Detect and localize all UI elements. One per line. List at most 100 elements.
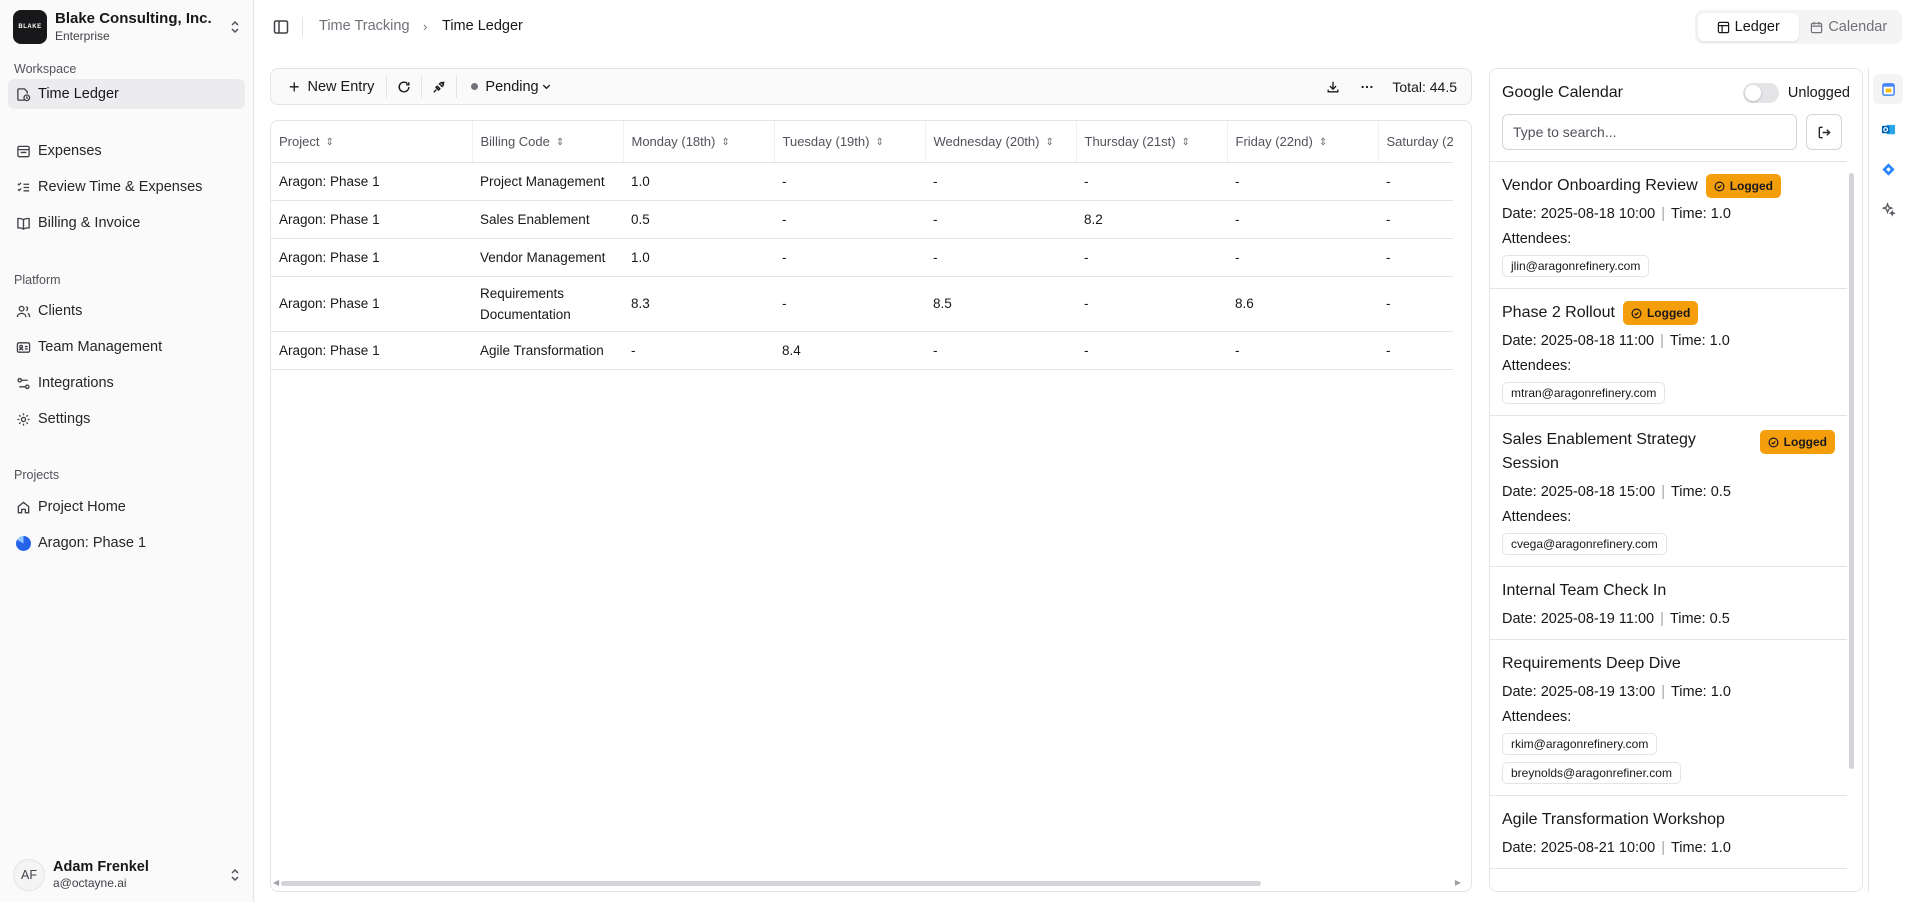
event-meta: Date: 2025-08-18 11:00 | Time: 1.0 (1502, 333, 1730, 349)
table-row[interactable]: Aragon: Phase 1 Project Management 1.0 -… (271, 162, 1453, 201)
cell-hours[interactable]: - (1378, 238, 1453, 277)
refresh-button[interactable] (387, 69, 421, 104)
column-header-monday[interactable]: Monday (18th) ⇕ (623, 121, 775, 163)
cell-project: Aragon: Phase 1 (271, 331, 472, 370)
org-name: Blake Consulting, Inc. (55, 10, 212, 27)
outlook-button[interactable] (1873, 114, 1903, 144)
cell-hours[interactable]: - (1076, 238, 1227, 277)
cell-hours[interactable]: 8.3 (623, 276, 774, 332)
calendar-event[interactable]: Vendor Onboarding Review Logged Date: 20… (1490, 162, 1847, 289)
table-row[interactable]: Aragon: Phase 1 Requirements Documentati… (271, 276, 1453, 332)
google-calendar-button[interactable] (1873, 74, 1903, 104)
sidebar-item-project-home[interactable]: Project Home (8, 492, 245, 522)
cell-hours[interactable]: - (1076, 276, 1227, 332)
column-header-friday[interactable]: Friday (22nd) ⇕ (1227, 121, 1379, 163)
column-header-project[interactable]: Project ⇕ (271, 121, 473, 163)
unplug-icon (433, 80, 446, 93)
breadcrumb-time-tracking[interactable]: Time Tracking (319, 18, 410, 34)
cell-hours[interactable]: - (774, 162, 925, 201)
cell-hours[interactable]: - (774, 200, 925, 239)
cell-hours[interactable]: - (1076, 162, 1227, 201)
cell-hours[interactable]: - (774, 238, 925, 277)
sidebar-item-time-ledger[interactable]: Time Ledger (8, 79, 245, 109)
cell-hours[interactable]: - (925, 200, 1076, 239)
column-header-tuesday[interactable]: Tuesday (19th) ⇕ (774, 121, 926, 163)
sidebar-item-label: Billing & Invoice (38, 215, 141, 231)
org-switcher[interactable]: BLAKE Blake Consulting, Inc. Enterprise (13, 9, 243, 45)
column-header-saturday[interactable]: Saturday (23 (1378, 121, 1453, 163)
cell-hours[interactable]: - (1227, 162, 1378, 201)
cell-hours[interactable]: - (925, 238, 1076, 277)
status-filter[interactable]: Pending (457, 69, 561, 104)
avatar: AF (13, 859, 45, 891)
cell-hours[interactable]: - (1378, 276, 1453, 332)
cell-billing-code: Sales Enablement (472, 200, 623, 239)
cell-hours[interactable]: 8.5 (925, 276, 1076, 332)
cell-hours[interactable]: 8.4 (774, 331, 925, 370)
calendar-event[interactable]: Sales Enablement Strategy Session Logged… (1490, 416, 1847, 567)
scroll-right-icon[interactable]: ▶ (1455, 878, 1461, 887)
refresh-icon (398, 80, 410, 92)
cell-hours[interactable]: 0.5 (623, 200, 774, 239)
sidebar-item-label: Integrations (38, 375, 114, 391)
tab-ledger[interactable]: Ledger (1698, 13, 1799, 41)
cell-hours[interactable]: - (1227, 200, 1378, 239)
vertical-scrollbar[interactable] (1849, 173, 1854, 769)
calendar-event[interactable]: Requirements Deep Dive Date: 2025-08-19 … (1490, 640, 1847, 796)
cell-hours[interactable]: - (925, 331, 1076, 370)
cell-billing-code: Project Management (472, 162, 623, 201)
cell-hours[interactable]: - (623, 331, 774, 370)
sidebar-item-integrations[interactable]: Integrations (8, 368, 245, 398)
cell-hours[interactable]: - (1076, 331, 1227, 370)
scroll-left-icon[interactable]: ◀ (273, 878, 279, 887)
column-header-billing-code[interactable]: Billing Code ⇕ (472, 121, 624, 163)
sidebar-toggle-icon[interactable] (272, 18, 290, 36)
ai-assistant-button[interactable] (1873, 194, 1903, 224)
unlogged-toggle[interactable] (1742, 83, 1779, 103)
disconnect-button[interactable] (422, 69, 456, 104)
calendar-event[interactable]: Internal Team Check In Date: 2025-08-19 … (1490, 567, 1847, 640)
outlook-icon (1881, 124, 1895, 134)
table-row[interactable]: Aragon: Phase 1 Agile Transformation - 8… (271, 331, 1453, 370)
chevron-right-icon: › (423, 19, 428, 34)
scrollbar-thumb[interactable] (281, 881, 1261, 886)
user-menu[interactable]: AF Adam Frenkel a@octayne.ai (13, 856, 243, 894)
table-row[interactable]: Aragon: Phase 1 Vendor Management 1.0 - … (271, 238, 1453, 277)
tab-calendar[interactable]: Calendar (1799, 13, 1900, 41)
gear-icon (15, 411, 31, 427)
sidebar-item-team-management[interactable]: Team Management (8, 332, 245, 362)
cell-hours[interactable]: - (1227, 238, 1378, 277)
cell-hours[interactable]: 1.0 (623, 162, 774, 201)
column-header-thursday[interactable]: Thursday (21st) ⇕ (1076, 121, 1228, 163)
sidebar-item-expenses[interactable]: Expenses (8, 136, 245, 166)
sidebar-item-settings[interactable]: Settings (8, 404, 245, 434)
sidebar-item-aragon-phase-1[interactable]: Aragon: Phase 1 (8, 528, 245, 558)
cell-hours[interactable]: - (925, 162, 1076, 201)
calendar-event[interactable]: Phase 2 Rollout Logged Date: 2025-08-18 … (1490, 289, 1847, 416)
cell-hours[interactable]: 8.6 (1227, 276, 1378, 332)
download-button[interactable] (1316, 69, 1350, 104)
table-row[interactable]: Aragon: Phase 1 Sales Enablement 0.5 - -… (271, 200, 1453, 239)
project-pie-icon (15, 535, 31, 551)
cell-hours[interactable]: - (1378, 331, 1453, 370)
calendar-sign-out-button[interactable] (1806, 114, 1842, 150)
event-meta: Date: 2025-08-18 10:00 | Time: 1.0 (1502, 206, 1731, 222)
cell-hours[interactable]: - (1378, 162, 1453, 201)
integrations-icon (15, 375, 31, 391)
calendar-event[interactable]: Agile Transformation Workshop Date: 2025… (1490, 796, 1847, 869)
cell-hours[interactable]: - (1227, 331, 1378, 370)
calendar-search-input[interactable] (1502, 114, 1797, 150)
more-button[interactable] (1350, 69, 1384, 104)
cell-hours[interactable]: 8.2 (1076, 200, 1227, 239)
column-header-wednesday[interactable]: Wednesday (20th) ⇕ (925, 121, 1077, 163)
horizontal-scrollbar[interactable]: ◀ ▶ (273, 878, 1461, 887)
sidebar-item-label: Team Management (38, 339, 163, 355)
sidebar-item-clients[interactable]: Clients (8, 296, 245, 326)
cell-hours[interactable]: 1.0 (623, 238, 774, 277)
jira-button[interactable] (1873, 154, 1903, 184)
cell-hours[interactable]: - (1378, 200, 1453, 239)
new-entry-button[interactable]: + New Entry (271, 69, 386, 104)
sidebar-item-review[interactable]: Review Time & Expenses (8, 172, 245, 202)
sidebar-item-billing[interactable]: Billing & Invoice (8, 208, 245, 238)
cell-hours[interactable]: - (774, 276, 925, 332)
